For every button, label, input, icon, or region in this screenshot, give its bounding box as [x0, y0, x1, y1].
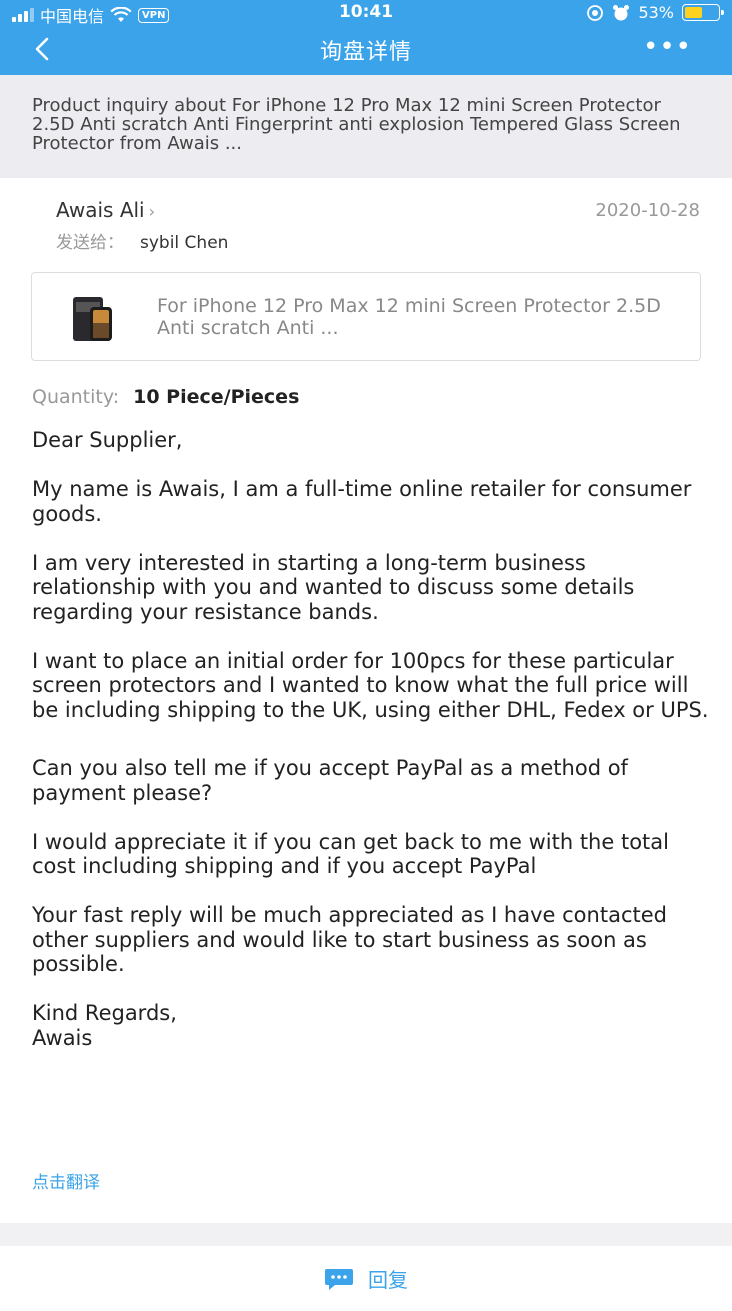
message-closing: Kind Regards,	[32, 1001, 177, 1025]
bottom-action-bar: 回复	[0, 1246, 732, 1311]
quantity-value: 10 Piece/Pieces	[133, 386, 300, 408]
product-thumbnail	[73, 297, 112, 341]
more-icon[interactable]: •••	[643, 32, 692, 62]
message-paragraph: I want to place an initial order for 100…	[32, 648, 709, 722]
nav-bar: 询盘详情 •••	[0, 26, 732, 75]
chevron-right-icon: ›	[148, 202, 156, 221]
translate-link[interactable]: 点击翻译	[32, 1168, 100, 1193]
inquiry-subject: Product inquiry about For iPhone 12 Pro …	[0, 75, 732, 178]
app-header: 中国电信 VPN 10:41 53% 询盘详情 •••	[0, 0, 732, 75]
chat-bubble-icon	[325, 1268, 353, 1290]
battery-fill	[685, 7, 702, 18]
reply-button[interactable]: 回复	[0, 1264, 732, 1293]
message-paragraph: I would appreciate it if you can get bac…	[32, 829, 669, 879]
battery-percent: 53%	[638, 3, 674, 22]
inquiry-date: 2020-10-28	[595, 200, 700, 221]
sender-name-label: Awais Ali	[56, 198, 145, 222]
send-to-label: 发送给：	[56, 233, 124, 253]
recipient-name: sybil Chen	[140, 233, 229, 253]
send-to-row: 发送给： sybil Chen	[56, 228, 228, 253]
alarm-icon	[613, 4, 630, 20]
status-bar: 中国电信 VPN 10:41 53%	[0, 0, 732, 26]
battery-icon	[682, 4, 724, 21]
quantity-label: Quantity:	[32, 386, 120, 408]
message-signature: Awais	[32, 1025, 93, 1050]
product-card[interactable]: For iPhone 12 Pro Max 12 mini Screen Pro…	[31, 272, 701, 361]
message-paragraph: Can you also tell me if you accept PayPa…	[32, 756, 628, 805]
status-right: 53%	[586, 3, 724, 22]
page-title: 询盘详情	[319, 40, 412, 65]
product-title: For iPhone 12 Pro Max 12 mini Screen Pro…	[157, 295, 661, 339]
inquiry-card: Awais Ali › 2020-10-28 发送给： sybil Chen For…	[0, 178, 732, 1223]
orientation-lock-icon	[587, 4, 604, 21]
sender-name[interactable]: Awais Ali ›	[56, 198, 155, 222]
message-paragraph: My name is Awais, I am a full-time onlin…	[32, 477, 692, 526]
quantity-row: Quantity: 10 Piece/Pieces	[32, 386, 299, 408]
message-paragraph: I am very interested in starting a long-…	[32, 550, 635, 624]
message-paragraph: Your fast reply will be much appreciated…	[32, 903, 667, 976]
message-body: Dear Supplier, My name is Awais, I am a …	[32, 428, 712, 1050]
reply-label: 回复	[368, 1268, 408, 1292]
message-greeting: Dear Supplier,	[32, 428, 183, 452]
